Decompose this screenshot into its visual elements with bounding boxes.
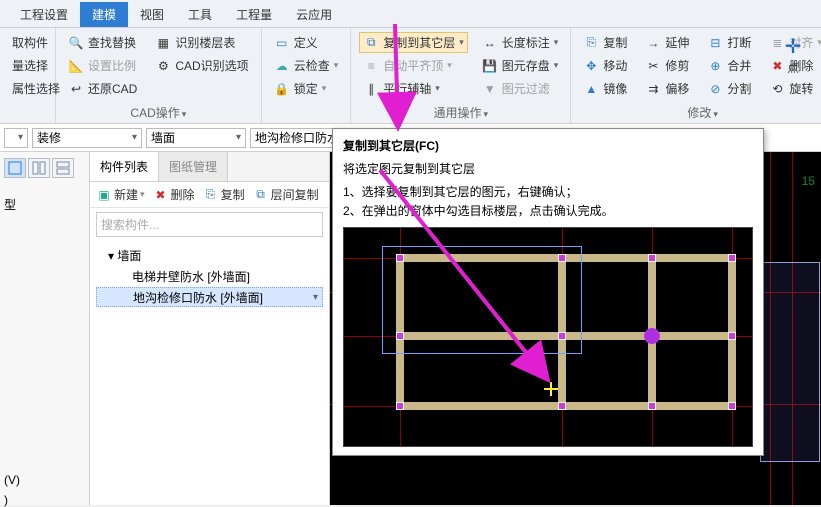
instruction-arrow <box>0 0 821 505</box>
